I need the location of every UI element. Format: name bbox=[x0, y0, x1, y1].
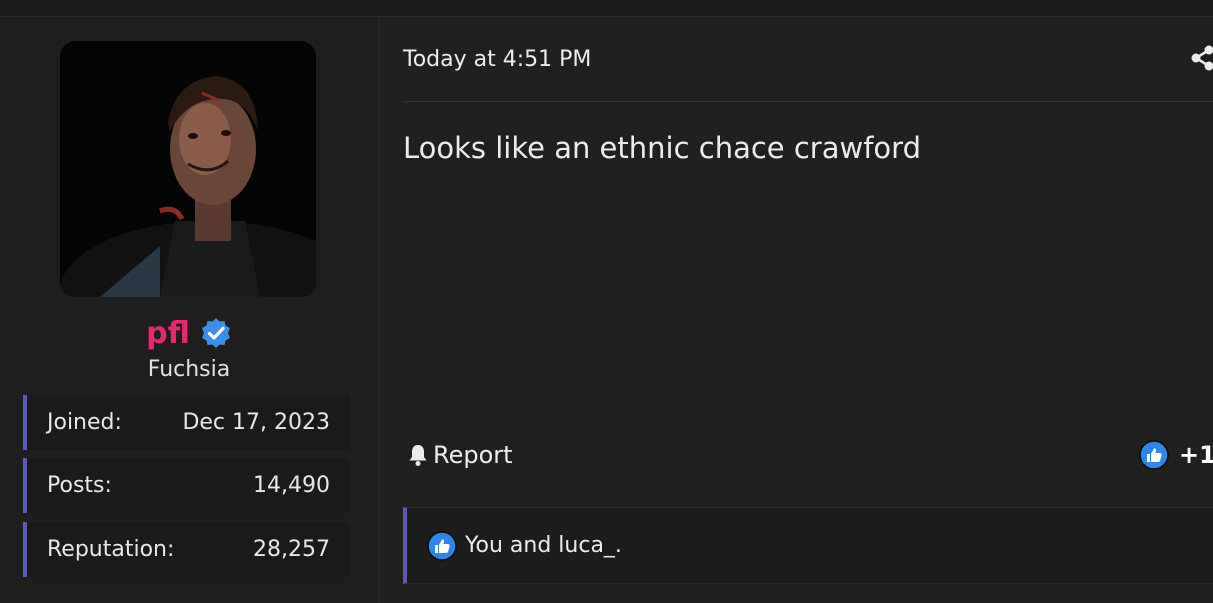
verified-badge-icon bbox=[201, 318, 230, 348]
post-message: Looks like an ethnic chace crawford bbox=[403, 131, 921, 165]
reaction-button[interactable]: +1 bbox=[1139, 440, 1213, 470]
user-title: Fuchsia bbox=[147, 357, 231, 382]
stat-value: 28,257 bbox=[253, 537, 330, 562]
stat-joined: Joined: Dec 17, 2023 bbox=[23, 395, 350, 450]
likes-text: You and luca_. bbox=[465, 533, 622, 558]
message-pointer bbox=[356, 65, 378, 109]
report-button[interactable]: Report bbox=[407, 441, 513, 469]
username[interactable]: pfl bbox=[146, 316, 190, 351]
stat-posts: Posts: 14,490 bbox=[23, 458, 350, 513]
stat-value: Dec 17, 2023 bbox=[182, 410, 330, 435]
report-label: Report bbox=[433, 441, 513, 469]
stat-label: Reputation: bbox=[47, 537, 175, 562]
share-icon[interactable] bbox=[1191, 45, 1213, 71]
header-divider bbox=[403, 101, 1213, 102]
avatar-image bbox=[60, 41, 316, 297]
post-main: Today at 4:51 PM Looks like an ethnic ch… bbox=[379, 17, 1213, 603]
thumbs-up-icon bbox=[1139, 440, 1169, 470]
stat-reputation: Reputation: 28,257 bbox=[23, 522, 350, 577]
top-bar bbox=[0, 0, 1213, 17]
avatar[interactable] bbox=[60, 41, 316, 297]
stat-value: 14,490 bbox=[253, 473, 330, 498]
reaction-count: +1 bbox=[1179, 441, 1213, 469]
post-date[interactable]: Today at 4:51 PM bbox=[403, 47, 591, 72]
bell-icon bbox=[409, 445, 427, 466]
stat-label: Joined: bbox=[47, 410, 122, 435]
stat-label: Posts: bbox=[47, 473, 112, 498]
user-sidebar: pfl Fuchsia Joined: Dec 17, 2023 Posts: … bbox=[0, 17, 379, 603]
username-row: pfl bbox=[0, 313, 378, 353]
thumbs-up-icon bbox=[427, 530, 457, 561]
likes-summary[interactable]: You and luca_. bbox=[403, 507, 1213, 584]
